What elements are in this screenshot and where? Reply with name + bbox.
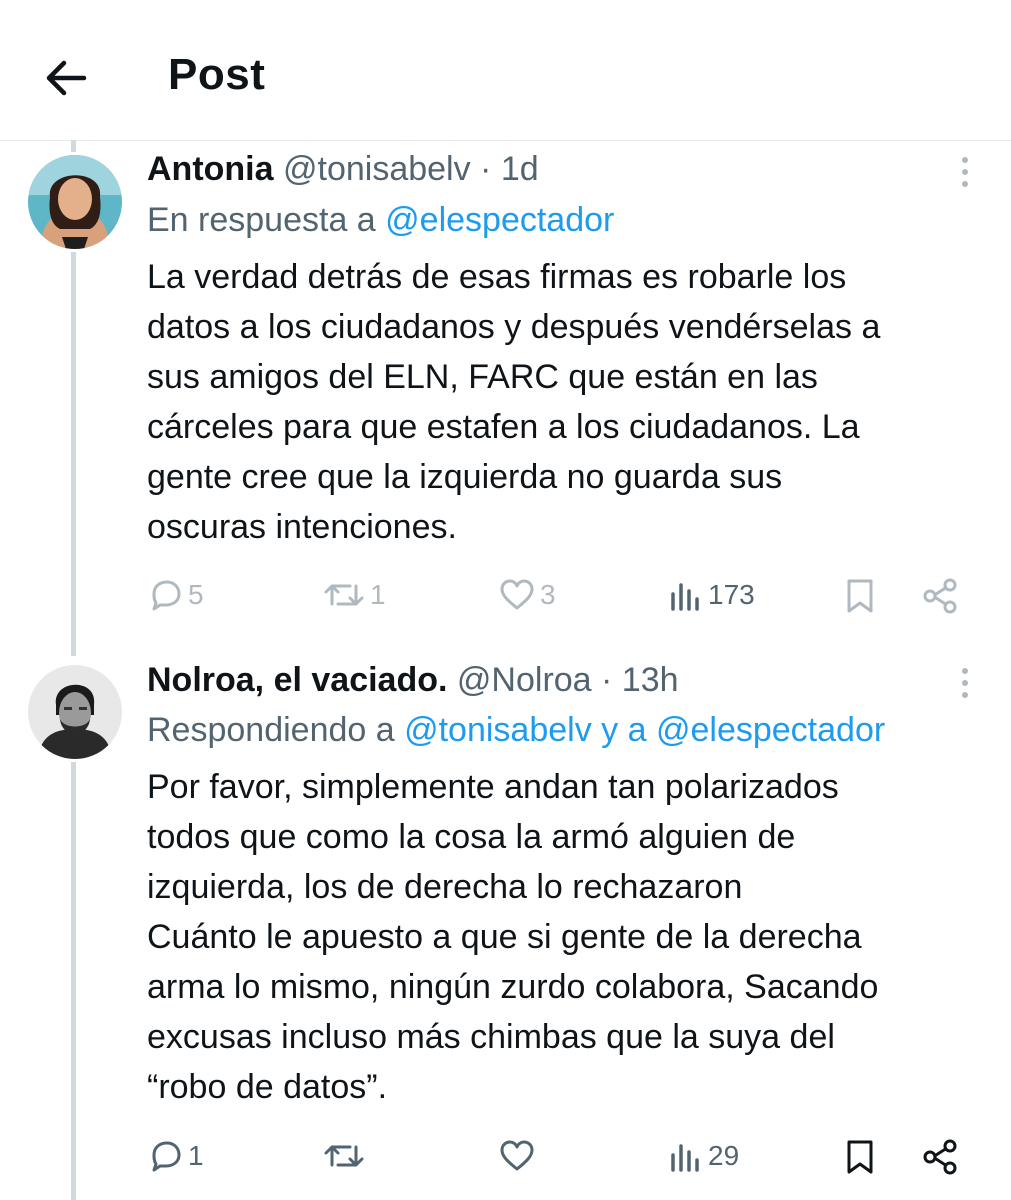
text-line: todos que como la cosa la armó alguien d…	[147, 818, 796, 856]
handle-time: @tonisabelv · 1d	[283, 150, 539, 188]
heart-icon	[500, 1140, 534, 1171]
reply-prefix: En respuesta a	[147, 201, 386, 239]
reply-context: En respuesta a @elespectador	[147, 201, 614, 240]
more-vertical-icon[interactable]	[945, 663, 985, 703]
thread-line	[71, 762, 76, 1200]
top-bar: Post	[0, 0, 1011, 141]
repost-icon	[324, 584, 364, 606]
bookmark-button[interactable]	[842, 1138, 878, 1176]
views-button[interactable]: 29	[668, 1138, 739, 1174]
text-line: excusas incluso más chimbas que la suya …	[147, 1018, 835, 1056]
views-button[interactable]: 173	[668, 577, 755, 613]
reply-count: 1	[188, 1140, 204, 1171]
tweet-text: La verdad detrás de esas firmas es robar…	[147, 252, 987, 552]
handle-time: @Nolroa · 13h	[456, 661, 679, 699]
views-icon	[671, 1144, 699, 1172]
thread-line	[71, 140, 76, 152]
like-count: 3	[540, 579, 556, 610]
reply-prefix: Respondiendo a	[147, 711, 405, 749]
text-line: “robo de datos”.	[147, 1068, 388, 1106]
more-vertical-icon[interactable]	[945, 152, 985, 192]
page-title: Post	[168, 50, 266, 99]
reply-icon	[152, 1141, 181, 1172]
avatar[interactable]	[28, 155, 122, 249]
share-button[interactable]	[920, 1138, 960, 1176]
display-name[interactable]: Nolroa, el vaciado.	[147, 661, 447, 699]
reply-context: Respondiendo a @tonisabelv y a @elespect…	[147, 711, 885, 750]
reply-button[interactable]: 5	[148, 577, 204, 613]
text-line: datos a los ciudadanos y después vendérs…	[147, 308, 881, 346]
like-button[interactable]	[498, 1138, 540, 1174]
bookmark-icon	[847, 1140, 873, 1174]
reply-button[interactable]: 1	[148, 1138, 204, 1174]
thread-line	[71, 252, 76, 656]
mention-link[interactable]: @elespectador	[656, 711, 885, 749]
repost-icon	[324, 1145, 364, 1167]
views-count: 173	[708, 579, 755, 610]
repost-count: 1	[370, 579, 386, 610]
text-line: oscuras intenciones.	[147, 508, 457, 546]
mention-link[interactable]: @tonisabelv	[404, 711, 592, 749]
text-line: Cuánto le apuesto a que si gente de la d…	[147, 918, 862, 956]
reply-count: 5	[188, 579, 204, 610]
display-name[interactable]: Antonia	[147, 150, 274, 188]
text-line: sus amigos del ELN, FARC que están en la…	[147, 358, 818, 396]
text-line: izquierda, los de derecha lo rechazaron	[147, 868, 743, 906]
share-button[interactable]	[920, 577, 960, 615]
text-line: La verdad detrás de esas firmas es robar…	[147, 258, 847, 296]
tweet-header: Nolroa, el vaciado. @Nolroa · 13h	[147, 661, 679, 700]
bookmark-button[interactable]	[842, 577, 878, 615]
repost-button[interactable]	[322, 1138, 370, 1174]
reply-icon	[152, 580, 181, 611]
avatar[interactable]	[28, 665, 122, 759]
mention-link[interactable]: @elespectador	[385, 201, 614, 239]
text-line: cárceles para que estafen a los ciudadan…	[147, 408, 860, 446]
text-line: gente cree que la izquierda no guarda su…	[147, 458, 783, 496]
repost-button[interactable]: 1	[322, 577, 386, 613]
heart-icon	[500, 579, 534, 610]
bookmark-icon	[847, 579, 873, 613]
share-icon	[923, 1139, 957, 1175]
share-icon	[923, 578, 957, 614]
like-button[interactable]: 3	[498, 577, 556, 613]
views-count: 29	[708, 1140, 740, 1171]
tweet-header: Antonia @tonisabelv · 1d	[147, 150, 539, 189]
arrow-left-icon[interactable]	[40, 52, 92, 104]
tweet-text: Por favor, simplemente andan tan polariz…	[147, 762, 987, 1112]
text-line: arma lo mismo, ningún zurdo colabora, Sa…	[147, 968, 879, 1006]
text-line: Por favor, simplemente andan tan polariz…	[147, 768, 839, 806]
reply-joiner: y a	[591, 711, 656, 749]
views-icon	[671, 583, 699, 611]
